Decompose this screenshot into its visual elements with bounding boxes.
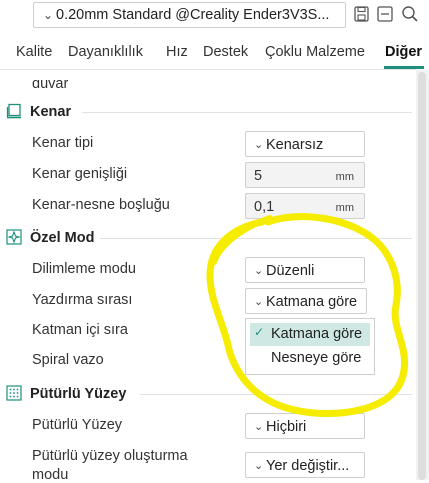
- edge-object-gap-input[interactable]: 0,1 mm: [245, 193, 365, 219]
- compare-icon[interactable]: [375, 4, 395, 24]
- print-sequence-value: Katmana göre: [266, 294, 358, 310]
- slicing-mode-select[interactable]: ⌄ Düzenli: [245, 257, 365, 283]
- edge-type-select[interactable]: ⌄ Kenarsız: [245, 131, 365, 157]
- section-divider: [82, 112, 412, 113]
- edge-width-value: 5: [254, 168, 263, 184]
- print-sequence-select[interactable]: ⌄ Katmana göre: [245, 288, 367, 314]
- fuzzy-skin-mode-select[interactable]: ⌄ Yer değiştir...: [245, 452, 365, 478]
- chevron-down-icon: ⌄: [254, 460, 264, 472]
- option-label: Nesneye göre: [271, 350, 362, 366]
- edge-object-gap-label: Kenar-nesne boşluğu: [32, 197, 170, 213]
- fuzzy-skin-mode-label-line2: modu: [32, 467, 69, 483]
- chevron-down-icon: ⌄: [43, 8, 54, 22]
- save-icon[interactable]: [352, 4, 372, 24]
- tab-strength[interactable]: Dayanıklılık: [68, 44, 143, 60]
- tabs-divider: [0, 69, 416, 70]
- chevron-down-icon: ⌄: [254, 265, 264, 277]
- check-icon: ✓: [254, 325, 265, 339]
- edge-object-gap-value: 0,1: [254, 199, 275, 215]
- edge-width-label: Kenar genişliği: [32, 166, 128, 182]
- chevron-down-icon: ⌄: [254, 421, 264, 433]
- section-divider: [140, 394, 412, 395]
- edge-type-label: Kenar tipi: [32, 135, 94, 151]
- special-mode-icon: [6, 229, 22, 245]
- fuzzy-skin-value: Hiçbiri: [266, 419, 307, 435]
- tab-multimaterial[interactable]: Çoklu Malzeme: [265, 44, 365, 60]
- slicing-mode-value: Düzenli: [266, 263, 315, 279]
- edge-type-value: Kenarsız: [266, 137, 324, 153]
- tab-quality[interactable]: Kalite: [16, 44, 52, 60]
- tab-speed[interactable]: Hız: [166, 44, 188, 60]
- dropdown-option-by-object[interactable]: Nesneye göre: [250, 347, 370, 370]
- section-title-special-mode: Özel Mod: [30, 230, 95, 246]
- print-sequence-dropdown: ✓ Katmana göre Nesneye göre: [245, 318, 375, 375]
- cutoff-label: duvar: [32, 80, 69, 92]
- print-profile-label: 0.20mm Standard @Creality Ender3V3S...: [56, 7, 330, 23]
- tab-others[interactable]: Diğer: [385, 44, 422, 60]
- fuzzy-skin-icon: [6, 385, 22, 401]
- print-profile-select[interactable]: ⌄ 0.20mm Standard @Creality Ender3V3S...: [33, 2, 346, 28]
- print-sequence-label: Yazdırma sırası: [32, 292, 133, 308]
- dropdown-option-by-layer[interactable]: ✓ Katmana göre: [250, 323, 370, 346]
- scrollbar-thumb[interactable]: [418, 72, 426, 480]
- edge-section-icon: [6, 103, 21, 119]
- unit-label: mm: [335, 202, 354, 214]
- fuzzy-skin-mode-value: Yer değiştir...: [266, 458, 350, 474]
- fuzzy-skin-select[interactable]: ⌄ Hiçbiri: [245, 413, 365, 439]
- edge-width-input[interactable]: 5 mm: [245, 162, 365, 188]
- chevron-down-icon: ⌄: [254, 139, 264, 151]
- unit-label: mm: [335, 171, 354, 183]
- section-title-fuzzy-skin: Pütürlü Yüzey: [30, 386, 127, 402]
- settings-tabs: Kalite Dayanıklılık Hız Destek Çoklu Mal…: [0, 44, 429, 68]
- slicing-mode-label: Dilimleme modu: [32, 261, 136, 277]
- tab-support[interactable]: Destek: [203, 44, 248, 60]
- section-title-edge: Kenar: [30, 104, 72, 120]
- spiral-vase-label: Spiral vazo: [32, 352, 104, 368]
- fuzzy-skin-label: Pütürlü Yüzey: [32, 417, 123, 433]
- option-label: Katmana göre: [271, 326, 363, 342]
- section-divider: [100, 238, 412, 239]
- fuzzy-skin-mode-label-line1: Pütürlü yüzey oluşturma: [32, 448, 188, 464]
- intra-layer-order-label: Katman içi sıra: [32, 322, 128, 338]
- search-icon[interactable]: [400, 4, 420, 24]
- chevron-down-icon: ⌄: [254, 296, 264, 308]
